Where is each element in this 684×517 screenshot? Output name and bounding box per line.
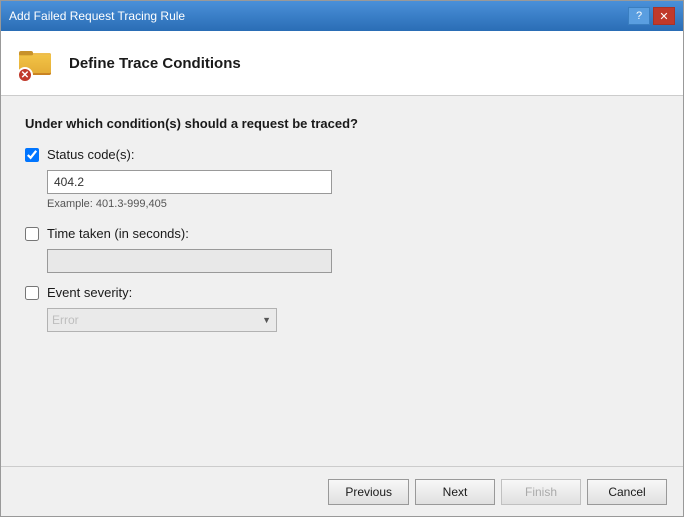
cancel-button[interactable]: Cancel — [587, 479, 667, 505]
dialog-footer: Previous Next Finish Cancel — [1, 466, 683, 516]
status-code-checkbox[interactable] — [25, 148, 39, 162]
window-title: Add Failed Request Tracing Rule — [9, 9, 185, 23]
event-severity-dropdown-wrapper: Error Warning CriticalError Verbose — [47, 308, 277, 332]
event-severity-label[interactable]: Event severity: — [47, 285, 132, 300]
help-button[interactable]: ? — [628, 7, 650, 25]
close-button[interactable]: ✕ — [653, 7, 675, 25]
status-code-input[interactable] — [47, 170, 332, 194]
error-badge: ✕ — [17, 67, 33, 83]
event-severity-checkbox[interactable] — [25, 286, 39, 300]
event-severity-row: Event severity: — [25, 285, 659, 300]
time-taken-input[interactable] — [47, 249, 332, 273]
next-button[interactable]: Next — [415, 479, 495, 505]
finish-button[interactable]: Finish — [501, 479, 581, 505]
event-severity-dropdown-row: Error Warning CriticalError Verbose — [47, 308, 659, 332]
status-code-row: Status code(s): — [25, 147, 659, 162]
dialog-content: Under which condition(s) should a reques… — [1, 96, 683, 466]
status-code-label[interactable]: Status code(s): — [47, 147, 134, 162]
header-title: Define Trace Conditions — [69, 55, 241, 72]
dialog-header: ✕ Define Trace Conditions — [1, 31, 683, 96]
title-bar: Add Failed Request Tracing Rule ? ✕ — [1, 1, 683, 31]
title-bar-buttons: ? ✕ — [628, 7, 675, 25]
time-taken-row: Time taken (in seconds): — [25, 226, 659, 241]
section-question: Under which condition(s) should a reques… — [25, 116, 659, 131]
header-icon-wrapper: ✕ — [17, 43, 57, 83]
event-severity-select[interactable]: Error Warning CriticalError Verbose — [47, 308, 277, 332]
status-code-hint: Example: 401.3-999,405 — [47, 198, 659, 210]
dialog-window: Add Failed Request Tracing Rule ? ✕ — [0, 0, 684, 517]
time-taken-label[interactable]: Time taken (in seconds): — [47, 226, 189, 241]
time-taken-checkbox[interactable] — [25, 227, 39, 241]
previous-button[interactable]: Previous — [328, 479, 409, 505]
